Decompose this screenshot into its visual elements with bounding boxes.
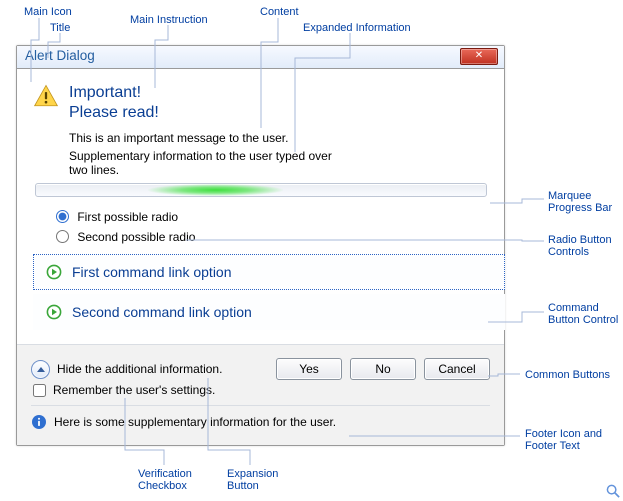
callout-cmdbtn: Command Button Control [548,302,618,326]
verification-checkbox[interactable] [33,384,46,397]
verification-label: Remember the user's settings. [53,383,215,397]
radio-1[interactable]: First possible radio [51,207,488,224]
info-icon [31,414,47,430]
arrow-right-icon [46,264,62,280]
radio-2-input[interactable] [56,230,69,243]
button-footer-area: Hide the additional information. Yes No … [17,344,504,445]
cancel-button[interactable]: Cancel [424,358,490,380]
callout-main-instruction: Main Instruction [130,14,208,26]
radio-group: First possible radio Second possible rad… [51,207,488,244]
expanded-information: Supplementary information to the user ty… [69,149,349,177]
progress-glow [148,184,283,196]
callout-verify: Verification Checkbox [138,468,192,492]
zoom-icon [606,484,621,499]
yes-button[interactable]: Yes [276,358,342,380]
callout-expanded-info: Expanded Information [303,22,411,34]
command-link-1[interactable]: First command link option [33,254,505,290]
arrow-right-icon [46,304,62,320]
expansion-label: Hide the additional information. [57,362,222,376]
main-instruction-line-2: Please read! [69,103,159,123]
callout-expand: Expansion Button [227,468,278,492]
callout-marquee: Marquee Progress Bar [548,190,612,214]
callout-content: Content [260,6,299,18]
alert-dialog: Alert Dialog ✕ Important! Please read! T… [16,45,505,446]
radio-1-input[interactable] [56,210,69,223]
command-link-2[interactable]: Second command link option [33,294,505,330]
callout-title: Title [50,22,70,34]
callout-common-btns: Common Buttons [525,369,610,381]
callout-radios: Radio Button Controls [548,234,612,258]
content-area: Important! Please read! This is an impor… [17,69,504,344]
callout-main-icon: Main Icon [24,6,72,18]
command-link-1-label: First command link option [72,264,232,280]
separator [31,405,490,406]
chevron-up-icon [37,367,45,372]
main-instruction-line-1: Important! [69,83,159,103]
close-button[interactable]: ✕ [460,48,498,65]
body-text: This is an important message to the user… [69,131,349,177]
content-text: This is an important message to the user… [69,131,349,145]
footer-text: Here is some supplementary information f… [54,415,336,429]
no-button[interactable]: No [350,358,416,380]
radio-2-label: Second possible radio [77,230,195,244]
command-link-2-label: Second command link option [72,304,252,320]
warning-icon [33,83,59,109]
title-text: Alert Dialog [25,48,95,63]
marquee-progress-bar [35,183,487,197]
radio-2[interactable]: Second possible radio [51,227,488,244]
radio-1-label: First possible radio [77,210,178,224]
title-bar: Alert Dialog ✕ [17,46,504,69]
main-instruction: Important! Please read! [69,83,159,123]
expansion-button[interactable] [31,360,50,379]
callout-footer: Footer Icon and Footer Text [525,428,602,452]
